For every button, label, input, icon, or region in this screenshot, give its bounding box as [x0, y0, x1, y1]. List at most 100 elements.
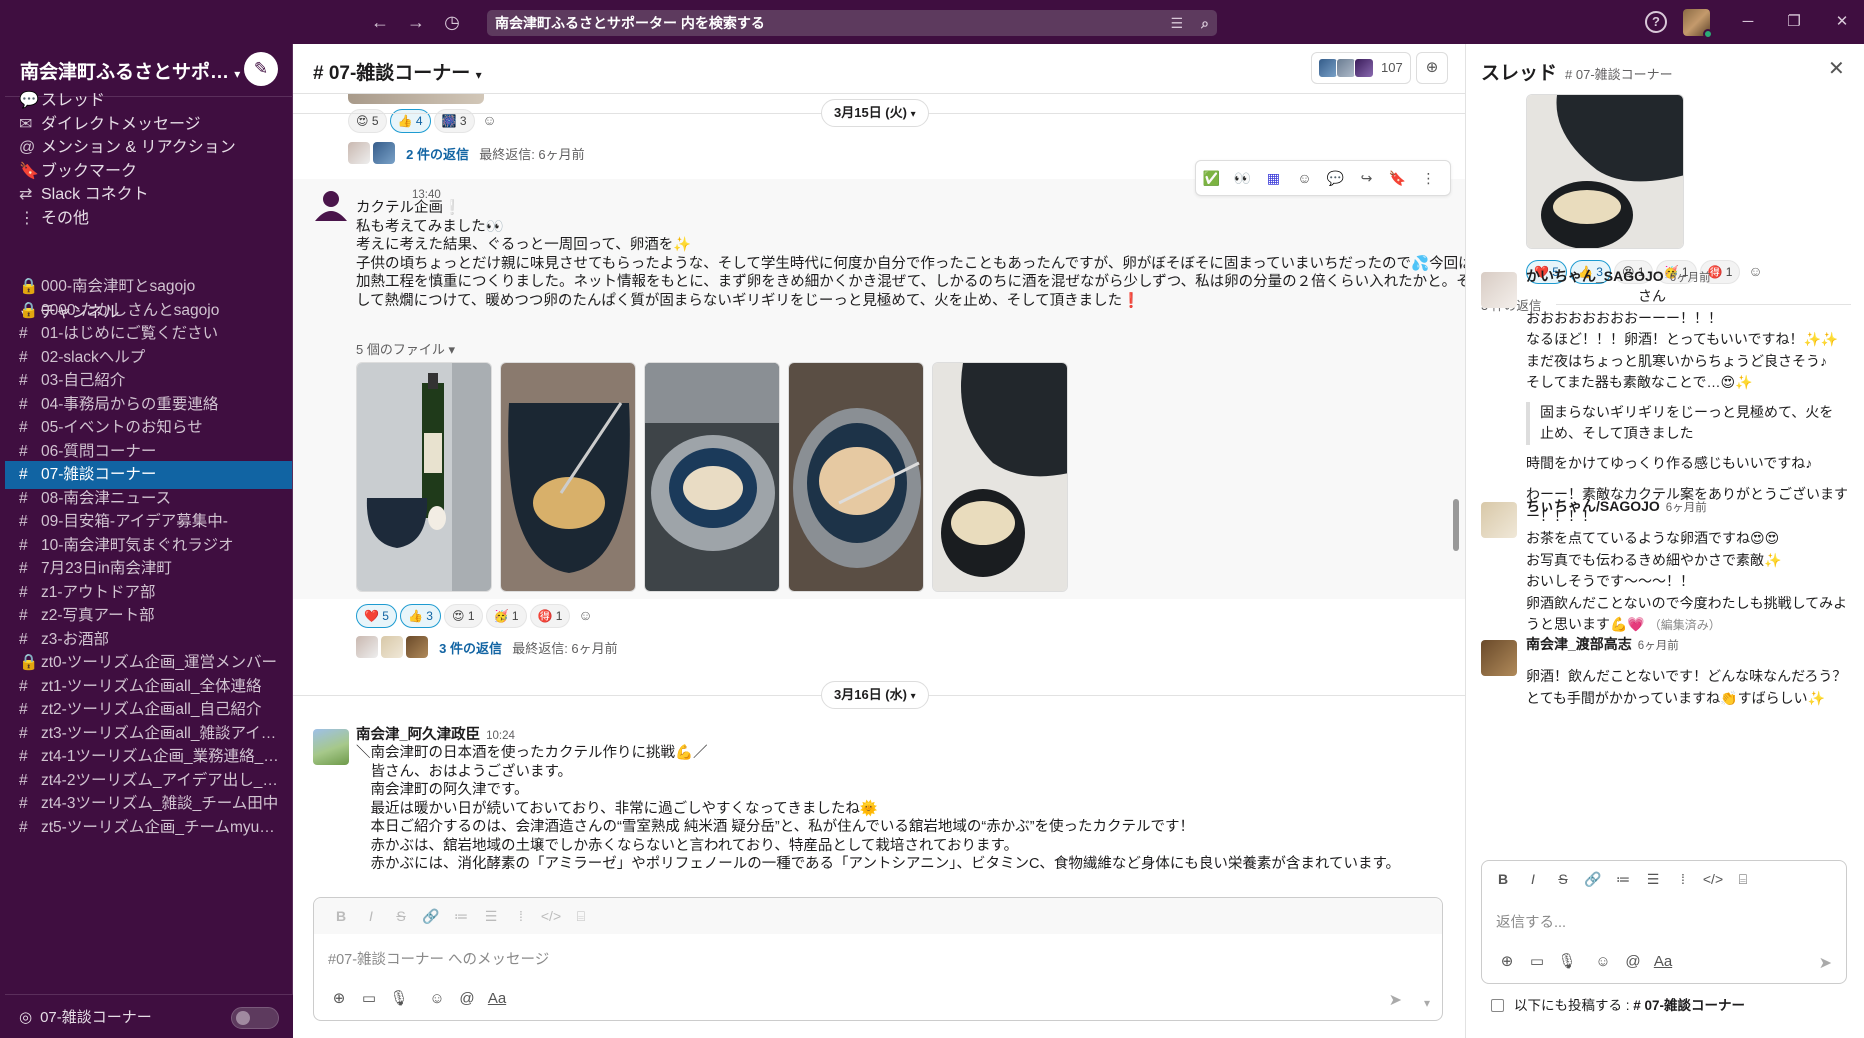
history-icon[interactable]: ◷ [440, 10, 464, 34]
scrollbar[interactable] [1453, 499, 1459, 551]
username[interactable]: ちぃちゃん/SAGOJO [1526, 498, 1660, 514]
maximize-icon[interactable]: ❐ [1782, 10, 1806, 34]
image-attachment[interactable] [348, 94, 484, 104]
reply-time[interactable]: 6ヶ月前 [1670, 272, 1711, 284]
reaction-pill[interactable]: 🥳 1 [485, 604, 527, 628]
eyes-icon[interactable]: 👀 [1227, 161, 1258, 195]
compose-button[interactable]: ✎ [244, 52, 278, 86]
plus-icon[interactable]: ⊕ [1492, 947, 1522, 977]
date-divider[interactable]: 3月16日 (水) ▾ [821, 681, 929, 709]
username[interactable]: かいちゃん_SAGOJO [1526, 268, 1664, 284]
custom-emoji-icon[interactable]: ▦ [1258, 161, 1289, 195]
thread-channel[interactable]: # 07-雑談コーナー [1565, 67, 1673, 82]
reply-input[interactable]: 返信する... [1496, 911, 1566, 932]
reaction-pill[interactable]: 🉐 1 [529, 604, 571, 628]
username[interactable]: 南会津_阿久津政臣 [356, 727, 480, 743]
code-icon[interactable]: </> [536, 898, 566, 934]
reaction-pill[interactable]: ❤️ 5 [356, 604, 397, 628]
image-attachment[interactable] [1526, 94, 1684, 249]
reply-time[interactable]: 6ヶ月前 [1666, 502, 1707, 514]
checkbox[interactable] [1491, 999, 1504, 1012]
search-input[interactable]: 南会津町ふるさとサポーター 内を検索する ☰ ⌕ [487, 10, 1217, 36]
blockquote-icon[interactable]: ⁞ [1668, 861, 1698, 897]
sidebar-nav-item[interactable]: ⇄ Slack コネクト [19, 182, 149, 208]
bookmark-icon[interactable]: 🔖 [1382, 161, 1413, 195]
default-avatar[interactable] [313, 187, 349, 223]
user-avatar[interactable] [1683, 9, 1713, 39]
send-icon[interactable]: ➤ [1389, 990, 1402, 1010]
italic-icon[interactable]: I [1518, 861, 1548, 897]
reaction-pill[interactable]: 👍 3 [399, 604, 441, 628]
sidebar-nav-item[interactable]: @ メンション & リアクション [19, 135, 236, 161]
code-block-icon[interactable]: ⌸ [1728, 861, 1758, 897]
reply-thread-icon[interactable]: 💬 [1320, 161, 1351, 195]
video-icon[interactable]: ▭ [1522, 947, 1552, 977]
link-icon[interactable]: 🔗 [1578, 861, 1608, 897]
minimize-icon[interactable]: ─ [1736, 10, 1760, 34]
sidebar-nav-item[interactable]: 💬 スレッド [19, 88, 105, 114]
sidebar-channel[interactable]: # zt5-ツーリズム企画_チームmyu… [5, 814, 292, 842]
thread-summary[interactable]: 2 件の返信 最終返信: 6ヶ月前 [348, 142, 585, 166]
image-attachment[interactable] [932, 362, 1068, 592]
huddle-toggle[interactable] [231, 1007, 279, 1029]
checkmark-icon[interactable]: ✅ [1196, 161, 1227, 195]
username[interactable]: 南会津_渡部高志 [1526, 636, 1632, 652]
bold-icon[interactable]: B [326, 898, 356, 934]
search-icon[interactable]: ⌕ [1201, 10, 1209, 36]
back-arrow-icon[interactable]: ← [368, 10, 392, 34]
reaction-pill[interactable]: 😍 1 [443, 604, 483, 628]
format-toggle-icon[interactable]: Aa [1648, 947, 1678, 977]
user-avatar[interactable] [1481, 640, 1517, 676]
add-member-icon[interactable]: ⊕ [1416, 52, 1448, 84]
channel-title[interactable]: # 07-雑談コーナー ▾ [313, 58, 482, 85]
share-icon[interactable]: ↪ [1351, 161, 1382, 195]
ordered-list-icon[interactable]: ≔ [1608, 861, 1638, 897]
image-attachment[interactable] [788, 362, 924, 592]
user-avatar[interactable] [1481, 272, 1517, 308]
close-icon[interactable]: ✕ [1828, 56, 1845, 81]
thread-summary[interactable]: 3 件の返信 最終返信: 6ヶ月前 [356, 636, 618, 660]
blockquote-icon[interactable]: ⁞ [506, 898, 536, 934]
format-toggle-icon[interactable]: Aa [482, 984, 512, 1014]
add-reaction-icon[interactable]: ☺ [573, 604, 597, 628]
image-attachment[interactable] [644, 362, 780, 592]
strike-icon[interactable]: S [386, 898, 416, 934]
add-reaction-icon[interactable]: ☺ [1289, 161, 1320, 195]
mention-icon[interactable]: @ [1618, 947, 1648, 977]
reply-time[interactable]: 6ヶ月前 [1638, 640, 1679, 652]
chevron-down-icon[interactable]: ▾ [1424, 996, 1430, 1010]
reply-count-link[interactable]: 2 件の返信 [406, 147, 469, 162]
sidebar-nav-item[interactable]: 🔖 ブックマーク [19, 159, 137, 185]
sidebar-nav-item[interactable]: ⋮ その他 [19, 206, 89, 232]
code-icon[interactable]: </> [1698, 861, 1728, 897]
message-time[interactable]: 10:24 [486, 730, 515, 742]
video-icon[interactable]: ▭ [354, 984, 384, 1014]
send-icon[interactable]: ➤ [1819, 953, 1832, 973]
bullet-list-icon[interactable]: ☰ [476, 898, 506, 934]
help-icon[interactable]: ? [1645, 11, 1667, 33]
close-window-icon[interactable]: ✕ [1830, 10, 1854, 34]
emoji-icon[interactable]: ☺ [422, 984, 452, 1014]
more-icon[interactable]: ⋮ [1413, 161, 1444, 195]
code-block-icon[interactable]: ⌸ [566, 898, 596, 934]
files-toggle[interactable]: 5 個のファイル ▾ [356, 339, 455, 358]
bullet-list-icon[interactable]: ☰ [1638, 861, 1668, 897]
user-avatar[interactable] [313, 729, 349, 765]
bold-icon[interactable]: B [1488, 861, 1518, 897]
filter-icon[interactable]: ☰ [1170, 10, 1183, 36]
ordered-list-icon[interactable]: ≔ [446, 898, 476, 934]
image-attachment[interactable] [356, 362, 492, 592]
mic-icon[interactable]: 🎙 [1552, 947, 1582, 977]
members-button[interactable]: 107 [1311, 52, 1411, 84]
mic-icon[interactable]: 🎙 [384, 984, 414, 1014]
workspace-name[interactable]: 南会津町ふるさとサポ… ▾ [20, 57, 240, 84]
date-divider[interactable]: 3月15日 (火) ▾ [821, 99, 929, 127]
link-icon[interactable]: 🔗 [416, 898, 446, 934]
mention-icon[interactable]: @ [452, 984, 482, 1014]
strike-icon[interactable]: S [1548, 861, 1578, 897]
plus-icon[interactable]: ⊕ [324, 984, 354, 1014]
emoji-icon[interactable]: ☺ [1588, 947, 1618, 977]
also-send-checkbox[interactable]: 以下にも投稿する : # 07-雑談コーナー [1491, 994, 1745, 1014]
forward-arrow-icon[interactable]: → [404, 10, 428, 34]
message-input[interactable]: #07-雑談コーナー へのメッセージ [328, 948, 549, 969]
